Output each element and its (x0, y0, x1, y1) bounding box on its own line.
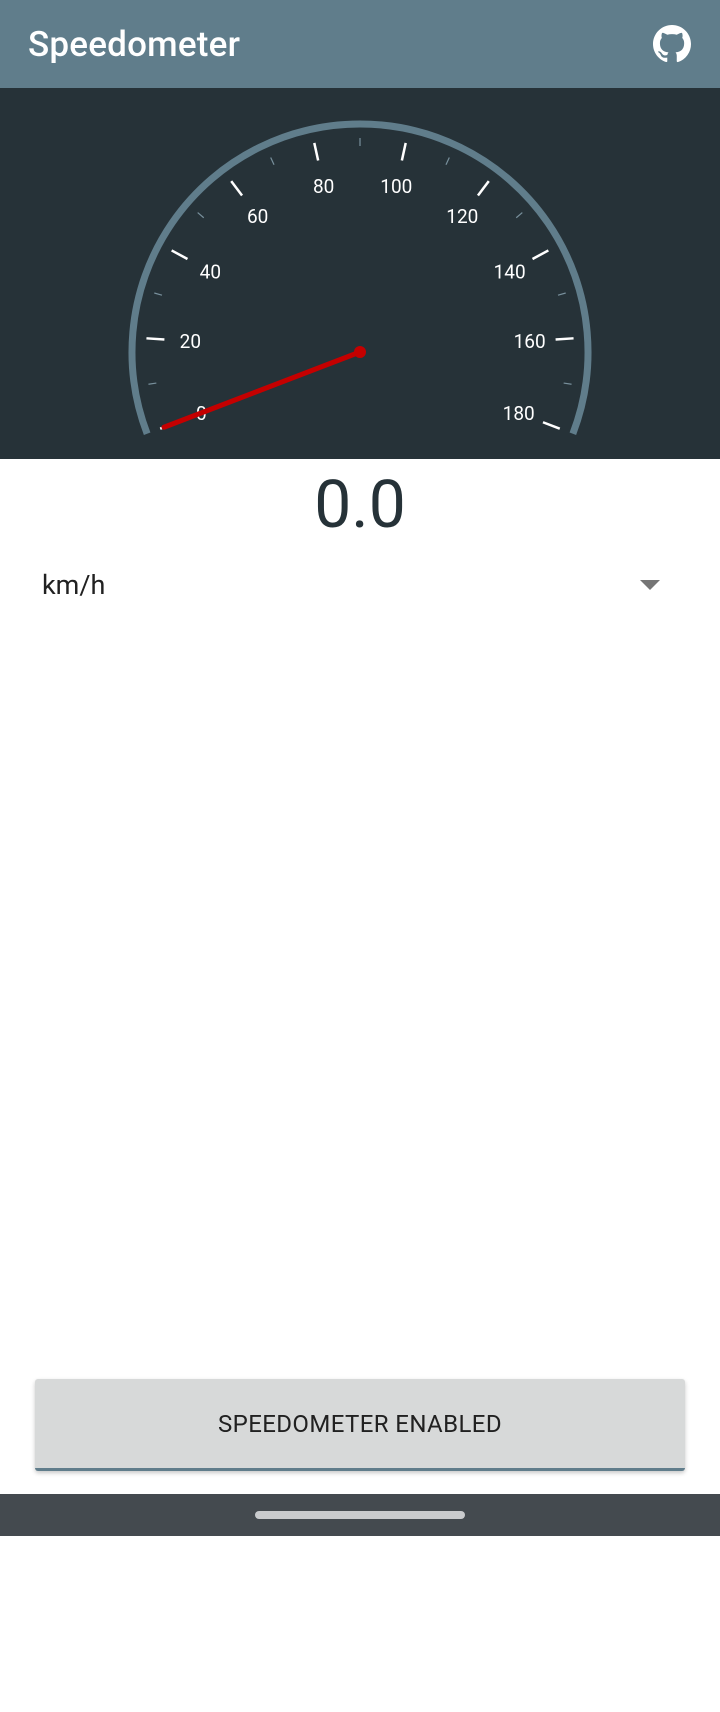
gauge-tick-label: 40 (200, 260, 221, 283)
app-bar: Speedometer (0, 0, 720, 88)
gauge-tick-label: 180 (503, 402, 535, 425)
gauge-needle-hub (354, 346, 366, 358)
gauge-minor-tick (148, 382, 157, 385)
gauge-major-tick (146, 337, 165, 341)
gauge-major-tick (313, 142, 320, 161)
gauge-tick-label: 100 (380, 175, 412, 198)
gauge-major-tick (230, 180, 244, 197)
gauge-major-tick (542, 421, 561, 430)
system-nav-bar (0, 1494, 720, 1536)
speed-value: 0.0 (314, 467, 406, 544)
gauge-minor-tick (197, 212, 205, 219)
unit-dropdown[interactable]: km/h (42, 560, 670, 610)
gauge-dial: 020406080100120140160180 (128, 120, 592, 435)
gauge-major-tick (400, 142, 407, 161)
gauge-minor-tick (445, 157, 450, 166)
unit-selected-value: km/h (42, 569, 106, 601)
home-gesture-handle[interactable] (255, 1511, 465, 1519)
gauge-needle (161, 349, 363, 430)
app-title: Speedometer (28, 23, 241, 65)
gauge-major-tick (171, 249, 189, 261)
gauge-minor-tick (563, 382, 572, 385)
gauge-tick-label: 160 (514, 330, 546, 353)
gauge-tick-label: 140 (494, 260, 526, 283)
gauge-major-tick (555, 337, 574, 341)
gauge-tick-label: 20 (180, 330, 201, 353)
github-button[interactable] (650, 22, 694, 66)
gauge-tick-label: 80 (313, 175, 334, 198)
gauge-minor-tick (557, 292, 566, 296)
speedometer-gauge: 020406080100120140160180 (0, 88, 720, 459)
speedometer-toggle-button[interactable]: SPEEDOMETER ENABLED (35, 1379, 685, 1471)
github-icon (653, 25, 691, 63)
gauge-major-tick (531, 249, 549, 261)
arrow-drop-down-icon (640, 580, 660, 590)
gauge-major-tick (476, 180, 490, 197)
gauge-tick-label: 60 (247, 205, 268, 228)
gauge-minor-tick (515, 212, 523, 219)
gauge-minor-tick (270, 157, 275, 166)
gauge-tick-label: 120 (446, 205, 478, 228)
gauge-minor-tick (154, 292, 163, 296)
